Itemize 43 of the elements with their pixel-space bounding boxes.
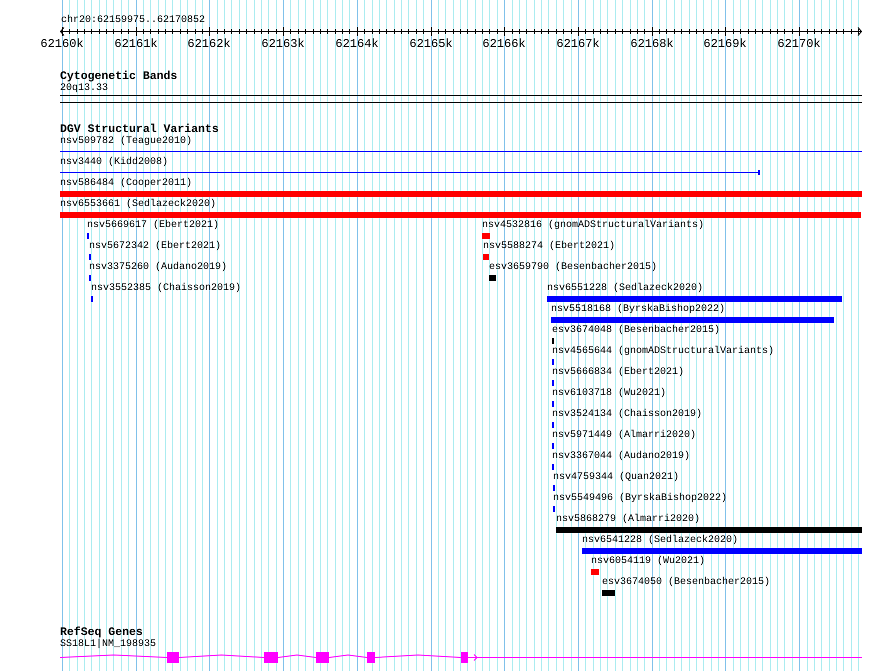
feature-label: nsv3552385 (Chaisson2019) xyxy=(91,283,242,295)
feature-label: nsv5666834 (Ebert2021) xyxy=(552,367,684,379)
feature-label: nsv4565644 (gnomADStructuralVariants) xyxy=(552,346,774,358)
feature-label: nsv6541228 (Sedlazeck2020) xyxy=(582,535,738,547)
tick-label: 62169k xyxy=(703,38,747,50)
gene-label: SS18L1|NM_198935 xyxy=(60,639,156,651)
tick-label: 62165k xyxy=(409,38,453,50)
tick-label: 62161k xyxy=(114,38,158,50)
feature-label: esv3659790 (Besenbacher2015) xyxy=(489,262,658,274)
feature-label: nsv6103718 (Wu2021) xyxy=(552,388,666,400)
feature-label: nsv5868279 (Almarri2020) xyxy=(556,514,700,526)
feature-label: nsv6054119 (Wu2021) xyxy=(591,556,706,568)
feature-label: nsv6553661 (Sedlazeck2020) xyxy=(60,199,216,211)
feature-label: nsv3440 (Kidd2008) xyxy=(60,157,168,169)
tick-label: 62162k xyxy=(187,38,231,50)
track-title: DGV Structural Variants xyxy=(60,124,219,136)
tick-label: 62160k xyxy=(40,38,84,50)
feature-label: nsv3367044 (Audano2019) xyxy=(552,451,690,463)
tick-label: 62167k xyxy=(556,38,600,50)
track-title: RefSeq Genes xyxy=(60,627,143,639)
feature-label: nsv5518168 (ByrskaBishop2022) xyxy=(551,304,726,316)
feature-label: nsv5549496 (ByrskaBishop2022) xyxy=(553,493,728,505)
feature-label: nsv4759344 (Quan2021) xyxy=(553,472,680,484)
region-label: chr20:62159975..62170852 xyxy=(61,14,206,27)
feature-label: nsv5669617 (Ebert2021) xyxy=(87,220,220,232)
feature-label: esv3674048 (Besenbacher2015) xyxy=(552,325,720,337)
tick-label: 62170k xyxy=(777,38,821,50)
tick-label: 62163k xyxy=(261,38,305,50)
feature-label: nsv509782 (Teague2010) xyxy=(60,136,192,148)
feature-label: esv3674050 (Besenbacher2015) xyxy=(602,577,770,589)
feature-label: nsv4532816 (gnomADStructuralVariants) xyxy=(482,220,704,232)
track-title: Cytogenetic Bands xyxy=(60,71,178,83)
band-label: 20q13.33 xyxy=(60,83,108,95)
tick-label: 62168k xyxy=(630,38,674,50)
feature-label: nsv3375260 (Audano2019) xyxy=(89,262,228,274)
tick-label: 62164k xyxy=(335,38,379,50)
feature-label: nsv586484 (Cooper2011) xyxy=(60,178,192,190)
feature-label: nsv6551228 (Sedlazeck2020) xyxy=(547,283,704,295)
feature-label: nsv3524134 (Chaisson2019) xyxy=(552,409,702,421)
feature-label: nsv5971449 (Almarri2020) xyxy=(552,430,696,442)
feature-label: nsv5672342 (Ebert2021) xyxy=(89,241,222,253)
tick-label: 62166k xyxy=(482,38,526,50)
feature-label: nsv5588274 (Ebert2021) xyxy=(483,241,616,253)
